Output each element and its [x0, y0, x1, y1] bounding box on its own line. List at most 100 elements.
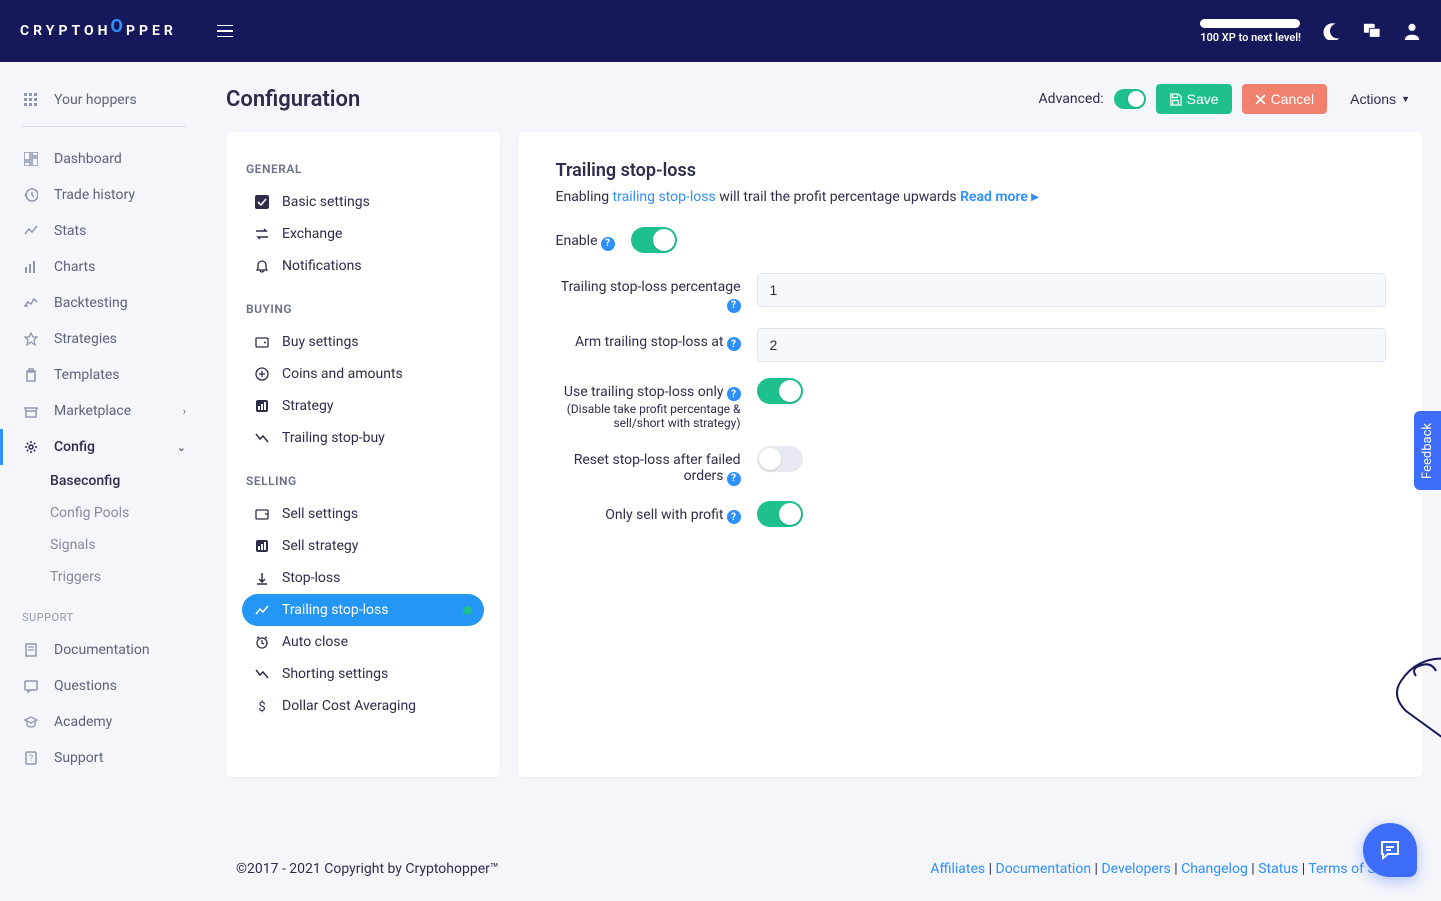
sidebar-your-hoppers[interactable]: Your hoppers — [0, 82, 208, 118]
coins-icon — [254, 366, 270, 382]
strategies-icon — [22, 330, 40, 348]
sidebar-strategies[interactable]: Strategies — [0, 321, 208, 357]
reset-after-fail-toggle[interactable] — [757, 446, 803, 472]
arm-tsl-input[interactable] — [757, 328, 1386, 362]
cn-shorting-settings[interactable]: Shorting settings — [242, 658, 484, 690]
sidebar-label: Charts — [54, 259, 95, 275]
save-icon — [1169, 93, 1182, 106]
footer-link-changelog[interactable]: Changelog — [1181, 861, 1248, 877]
cn-coins-amounts[interactable]: Coins and amounts — [242, 358, 484, 390]
cn-trailing-stop-loss[interactable]: Trailing stop-loss — [242, 594, 484, 626]
support-icon: ? — [22, 749, 40, 767]
sidebar-trade-history[interactable]: Trade history — [0, 177, 208, 213]
help-icon[interactable]: ? — [727, 472, 741, 486]
cancel-button[interactable]: Cancel — [1242, 84, 1328, 114]
row-reset: Reset stop-loss after failed orders? — [556, 446, 1386, 485]
cn-stop-loss[interactable]: Stop-loss — [242, 562, 484, 594]
trend-down-icon — [254, 430, 270, 446]
trend-up-icon — [254, 602, 270, 618]
sidebar-label: Questions — [54, 678, 117, 694]
sidebar-documentation[interactable]: Documentation — [0, 632, 208, 668]
cn-sell-strategy[interactable]: Sell strategy — [242, 530, 484, 562]
tsl-doc-link[interactable]: trailing stop-loss — [613, 189, 716, 205]
head-actions: Advanced: Save Cancel Actions ▼ — [1039, 84, 1423, 114]
only-sell-profit-toggle[interactable] — [757, 501, 803, 527]
wallet-icon — [254, 334, 270, 350]
save-button[interactable]: Save — [1156, 84, 1232, 114]
enable-toggle[interactable] — [631, 227, 677, 253]
sidebar-sub-signals[interactable]: Signals — [0, 529, 208, 561]
footer-link-developers[interactable]: Developers — [1101, 861, 1170, 877]
sidebar-sub-configpools[interactable]: Config Pools — [0, 497, 208, 529]
hamburger-menu[interactable] — [217, 25, 233, 37]
sidebar-label: Academy — [54, 714, 112, 730]
footer-link-status[interactable]: Status — [1258, 861, 1298, 877]
cn-dca[interactable]: $ Dollar Cost Averaging — [242, 690, 484, 722]
chat-button[interactable] — [1363, 22, 1381, 40]
sidebar-academy[interactable]: Academy — [0, 704, 208, 740]
alarm-icon — [254, 634, 270, 650]
sidebar-dashboard[interactable]: Dashboard — [0, 141, 208, 177]
sidebar-sub-triggers[interactable]: Triggers — [0, 561, 208, 593]
help-icon[interactable]: ? — [727, 510, 741, 524]
dark-mode-toggle[interactable] — [1323, 22, 1341, 40]
cn-basic-settings[interactable]: Basic settings — [242, 186, 484, 218]
row-tsl-only: Use trailing stop-loss only? (Disable ta… — [556, 378, 1386, 431]
sidebar-charts[interactable]: Charts — [0, 249, 208, 285]
help-icon[interactable]: ? — [601, 237, 615, 251]
sidebar-config[interactable]: Config ⌄ — [0, 429, 208, 465]
gear-icon — [22, 438, 40, 456]
sidebar-label: Backtesting — [54, 295, 128, 311]
chat-bubble-icon — [1378, 838, 1402, 862]
cn-auto-close[interactable]: Auto close — [242, 626, 484, 658]
footer-link-affiliates[interactable]: Affiliates — [930, 861, 985, 877]
help-icon[interactable]: ? — [727, 337, 741, 351]
settings-panel: Trailing stop-loss Enabling trailing sto… — [518, 132, 1423, 777]
feedback-tab[interactable]: Feedback — [1414, 411, 1441, 491]
chat-icon — [1363, 22, 1381, 40]
advanced-toggle[interactable] — [1114, 89, 1146, 109]
cn-strategy[interactable]: Strategy — [242, 390, 484, 422]
brand-logo[interactable]: CRYPTOHOPPER — [20, 21, 177, 42]
sidebar-label: Templates — [54, 367, 120, 383]
cn-sell-settings[interactable]: Sell settings — [242, 498, 484, 530]
cn-trailing-stop-buy[interactable]: Trailing stop-buy — [242, 422, 484, 454]
footer-link-documentation[interactable]: Documentation — [996, 861, 1092, 877]
topbar-right: 100 XP to next level! — [1200, 19, 1421, 44]
bars-icon — [254, 538, 270, 554]
tsl-only-toggle[interactable] — [757, 378, 803, 404]
row-pct: Trailing stop-loss percentage? — [556, 273, 1386, 312]
tsl-percentage-input[interactable] — [757, 273, 1386, 307]
dollar-icon: $ — [254, 698, 270, 714]
xp-text: 100 XP to next level! — [1200, 31, 1301, 44]
grid-icon — [22, 91, 40, 109]
help-icon[interactable]: ? — [727, 299, 741, 313]
stop-icon — [254, 570, 270, 586]
caret-down-icon: ▼ — [1401, 94, 1410, 104]
xp-meter[interactable]: 100 XP to next level! — [1200, 19, 1301, 44]
help-icon[interactable]: ? — [727, 387, 741, 401]
sidebar-marketplace[interactable]: Marketplace › — [0, 393, 208, 429]
chevron-right-icon: › — [183, 405, 186, 418]
sidebar-questions[interactable]: Questions — [0, 668, 208, 704]
sidebar-stats[interactable]: Stats — [0, 213, 208, 249]
chat-widget[interactable] — [1363, 823, 1417, 877]
sidebar-templates[interactable]: Templates — [0, 357, 208, 393]
cn-notifications[interactable]: Notifications — [242, 250, 484, 282]
read-more-link[interactable]: Read more ▸ — [960, 189, 1038, 205]
actions-dropdown[interactable]: Actions ▼ — [1337, 84, 1423, 114]
sidebar-sub-baseconfig[interactable]: Baseconfig — [0, 465, 208, 497]
sidebar-support[interactable]: ? Support — [0, 740, 208, 776]
backtest-icon — [22, 294, 40, 312]
sell-icon — [254, 506, 270, 522]
cn-exchange[interactable]: Exchange — [242, 218, 484, 250]
panel-subtitle: Enabling trailing stop-loss will trail t… — [556, 189, 1386, 205]
sidebar-label: Dashboard — [54, 151, 122, 167]
sidebar-backtesting[interactable]: Backtesting — [0, 285, 208, 321]
cn-buy-settings[interactable]: Buy settings — [242, 326, 484, 358]
profile-button[interactable] — [1403, 22, 1421, 40]
checkbox-icon — [254, 194, 270, 210]
cn-heading-buying: BUYING — [246, 302, 484, 316]
charts-icon — [22, 258, 40, 276]
page-head: Configuration Advanced: Save Cancel Acti… — [226, 84, 1423, 114]
